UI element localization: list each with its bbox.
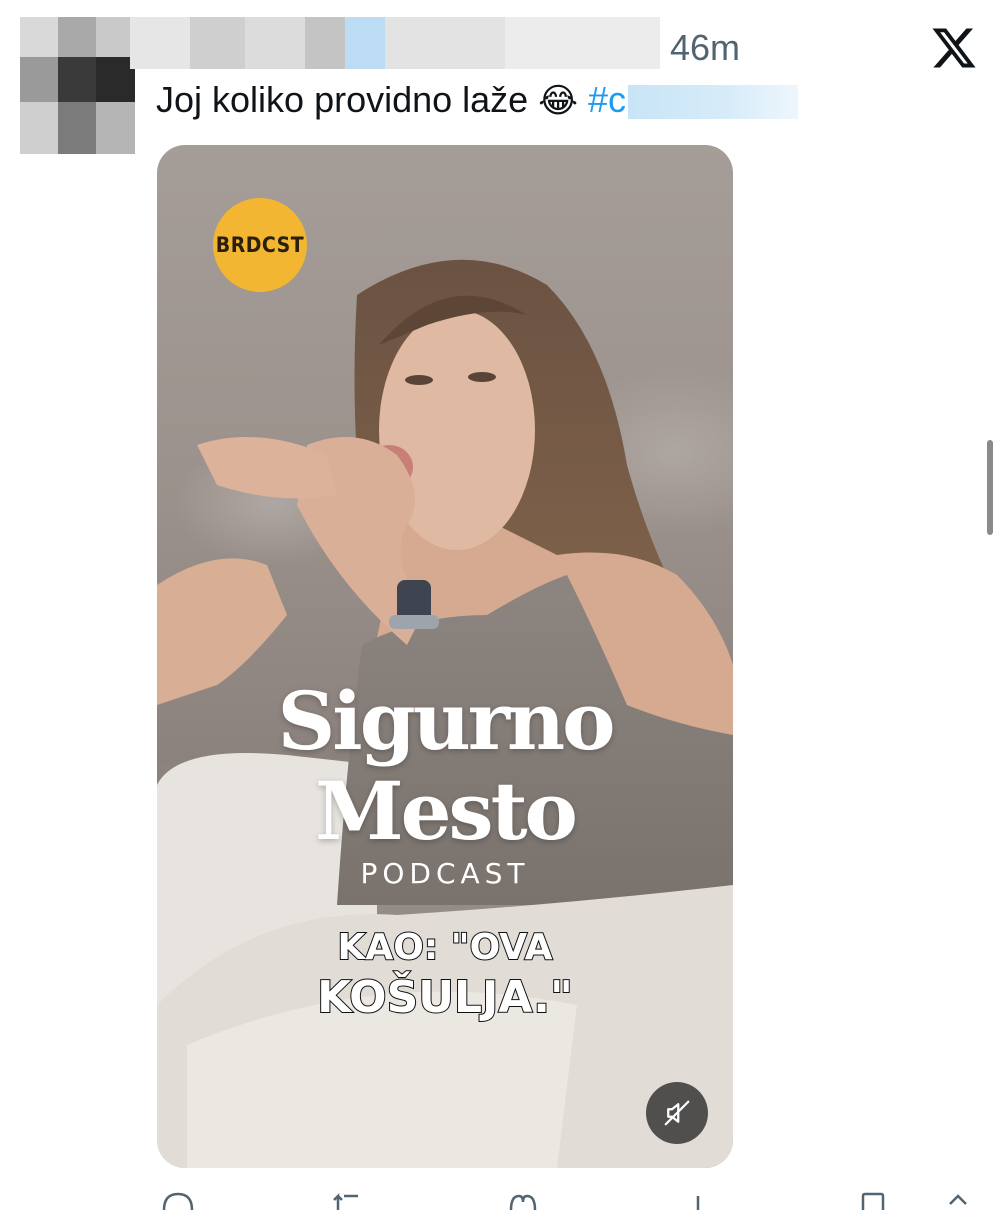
views-icon[interactable] bbox=[680, 1190, 716, 1210]
muted-speaker-icon bbox=[664, 1100, 690, 1126]
tweet-timestamp[interactable]: 46m bbox=[670, 26, 740, 70]
like-icon[interactable] bbox=[505, 1190, 541, 1210]
mute-button[interactable] bbox=[646, 1082, 708, 1144]
reply-icon[interactable] bbox=[160, 1190, 196, 1210]
brand-badge: BRDCST bbox=[213, 198, 307, 292]
podcast-title-line1: Sigurno bbox=[277, 674, 616, 768]
share-icon[interactable] bbox=[940, 1190, 976, 1210]
bookmark-icon[interactable] bbox=[855, 1190, 891, 1210]
podcast-title-line2: Mesto bbox=[315, 764, 578, 858]
x-logo-icon[interactable] bbox=[930, 24, 978, 72]
scrollbar-thumb[interactable] bbox=[987, 440, 993, 535]
tears-of-joy-emoji: 😂 bbox=[538, 81, 578, 121]
tweet-actions bbox=[0, 1186, 1003, 1210]
tweet-text: Joj koliko providno laže 😂 #c bbox=[156, 76, 798, 124]
hashtag-obscured bbox=[628, 85, 798, 120]
username-obscured[interactable] bbox=[130, 17, 660, 69]
repost-icon[interactable] bbox=[330, 1190, 366, 1210]
avatar[interactable] bbox=[20, 17, 135, 154]
hashtag-link[interactable]: #c bbox=[588, 79, 626, 120]
video-caption-line2: KOŠULJA." bbox=[316, 971, 574, 1024]
video-caption-line1: KAO: "OVA bbox=[337, 926, 554, 969]
tweet-body: Joj koliko providno laže bbox=[156, 79, 529, 120]
video-media[interactable]: BRDCST Sigurno Mesto PODCAST KAO: "OVA K… bbox=[157, 145, 733, 1168]
podcast-subtitle: PODCAST bbox=[360, 857, 530, 890]
